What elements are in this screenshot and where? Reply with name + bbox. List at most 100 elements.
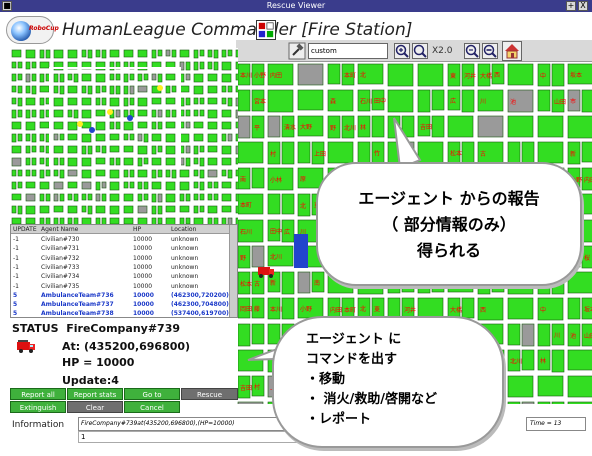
mini-building	[165, 193, 176, 203]
cancel-button[interactable]: Cancel	[124, 401, 180, 413]
hammer-icon[interactable]	[288, 42, 306, 60]
building-label: 山田	[554, 98, 566, 106]
zoom-reset-icon[interactable]	[412, 43, 428, 59]
mini-building	[213, 49, 219, 59]
command-row-2: Extinguish Clear Cancel	[10, 401, 238, 413]
table-row[interactable]: 5 AmbulanceTeam#736 10000 (462300,720200)	[11, 291, 229, 300]
mini-building	[81, 97, 92, 106]
mini-building	[137, 85, 148, 93]
mini-building	[115, 85, 121, 95]
column-header-hp[interactable]: HP	[133, 225, 141, 234]
mini-building	[39, 145, 45, 153]
mini-building	[193, 109, 199, 117]
mini-building	[11, 73, 17, 82]
report-all-button[interactable]: Report all	[10, 388, 66, 400]
mini-building	[25, 133, 31, 142]
mini-building	[101, 145, 107, 154]
agent-report-callout: エージェント からの報告 （ 部分情報のみ） 得られる	[316, 162, 582, 286]
mini-building	[151, 145, 157, 155]
map-building	[567, 115, 592, 139]
home-icon[interactable]	[502, 41, 522, 61]
mini-building	[235, 85, 238, 93]
mini-building	[53, 97, 64, 107]
map-toolbar: custom X2.0	[236, 40, 592, 62]
mini-building	[151, 49, 157, 59]
table-row[interactable]: 5 AmbulanceTeam#738 10000 (537400,619700)	[11, 309, 229, 317]
table-row[interactable]: -1 Civilian#733 10000 unknown	[11, 263, 229, 272]
zoom-in-icon[interactable]	[394, 43, 410, 59]
mini-building	[137, 169, 148, 178]
map-building	[567, 401, 592, 404]
table-row[interactable]: 5 AmbulanceTeam#737 10000 (462300,704800)	[11, 300, 229, 309]
building-label: 内田	[584, 176, 592, 184]
mini-building	[81, 109, 92, 119]
table-cell: unknown	[171, 254, 199, 262]
mini-building	[235, 49, 238, 58]
agent-marker	[127, 115, 133, 121]
mini-building	[11, 121, 22, 130]
table-row[interactable]: -1 Civilian#734 10000 unknown	[11, 272, 229, 281]
zoom-out-icon[interactable]	[464, 43, 480, 59]
logo-text: RoboCup	[29, 25, 59, 32]
window-menu-button[interactable]: ■	[2, 1, 12, 11]
building-label: 北	[360, 305, 366, 313]
table-row[interactable]: -1 Civilian#731 10000 unknown	[11, 244, 229, 253]
mini-building	[185, 157, 191, 167]
map-building	[297, 89, 324, 111]
mini-building	[31, 73, 37, 82]
mini-building	[151, 109, 157, 118]
report-stats-button[interactable]: Report stats	[67, 388, 123, 400]
time-display: Time = 13	[526, 417, 586, 431]
zoom-out-more-icon[interactable]	[482, 43, 498, 59]
mini-building	[81, 145, 87, 155]
mini-building	[17, 205, 23, 215]
mini-building	[235, 193, 238, 202]
agents-flag-icon[interactable]	[256, 20, 276, 40]
building-label: 北川	[270, 253, 282, 261]
column-header-location[interactable]: Location	[171, 225, 196, 234]
table-row[interactable]: -1 Civilian#735 10000 unknown	[11, 282, 229, 291]
mini-building	[53, 133, 59, 141]
mini-building	[207, 157, 218, 166]
status-update: Update:4	[62, 374, 119, 387]
column-header-update[interactable]: UPDATE	[13, 225, 37, 234]
extinguish-button[interactable]: Extinguish	[10, 401, 66, 413]
window-minimize-button[interactable]: +	[566, 1, 576, 11]
mini-building	[87, 49, 93, 59]
map-building	[297, 141, 311, 164]
mini-map[interactable]	[10, 48, 238, 224]
table-row[interactable]: -1 Civilian#732 10000 unknown	[11, 254, 229, 263]
mini-building	[129, 133, 135, 141]
building-label: 小林	[270, 176, 282, 184]
mini-building	[17, 133, 23, 142]
map-building	[387, 63, 414, 87]
mini-building	[17, 61, 23, 69]
map-building	[507, 63, 534, 86]
mode-select[interactable]: custom	[308, 43, 388, 59]
column-header-agent-name[interactable]: Agent Name	[41, 225, 78, 234]
rescue-button[interactable]: Rescue	[181, 388, 238, 400]
goto-button[interactable]: Go to	[124, 388, 180, 400]
mini-building	[193, 73, 204, 83]
agent-marker	[157, 85, 163, 91]
agent-list-scrollbar[interactable]	[229, 225, 237, 317]
mini-building	[171, 49, 177, 58]
mini-building	[221, 121, 232, 130]
mini-building	[227, 85, 233, 93]
table-row[interactable]: -1 Civilian#730 10000 unknown	[11, 235, 229, 244]
map-building	[521, 141, 535, 165]
mini-building	[165, 157, 176, 166]
mini-building	[81, 157, 92, 167]
building-label: 岡田	[240, 306, 252, 313]
mini-building	[165, 49, 171, 57]
building-label: 川	[480, 99, 486, 106]
mini-building	[221, 157, 232, 166]
mini-building	[45, 169, 51, 177]
building-label: 野	[240, 254, 246, 262]
map-building	[447, 115, 474, 138]
clear-button[interactable]: Clear	[67, 401, 123, 413]
map-building	[251, 167, 265, 189]
window-close-button[interactable]: X	[578, 1, 588, 11]
overview-map-canvas[interactable]	[10, 48, 238, 224]
mini-building	[25, 61, 31, 70]
